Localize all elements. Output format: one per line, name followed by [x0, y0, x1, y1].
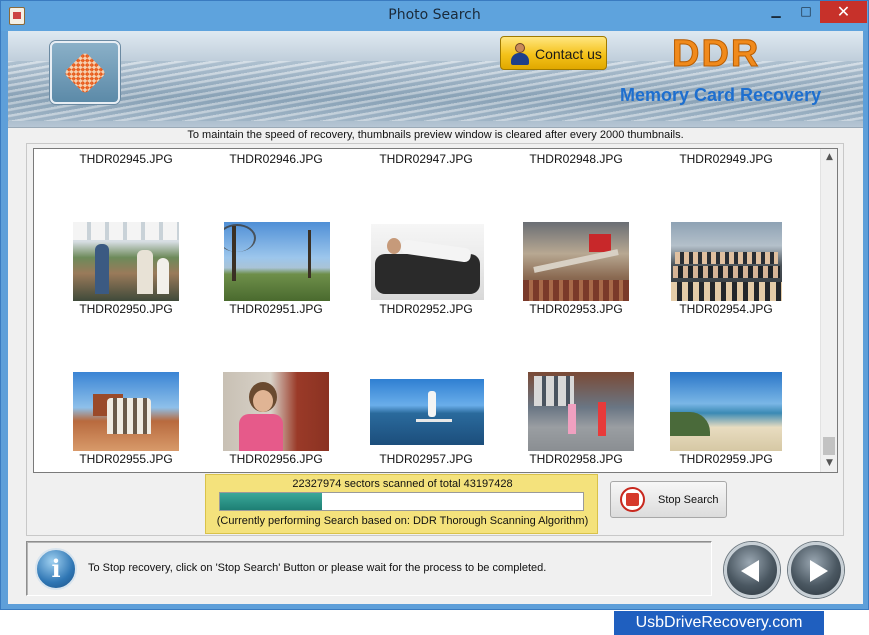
sectors-scanned-text: 22327974 sectors scanned of total 431974… [292, 478, 513, 490]
website-link[interactable]: UsbDriveRecovery.com [614, 611, 824, 635]
thumbnail-label[interactable]: THDR02955.JPG [56, 452, 196, 466]
status-bar: i To Stop recovery, click on 'Stop Searc… [26, 541, 712, 596]
stop-icon [620, 487, 645, 512]
scroll-down-arrow-icon[interactable]: ▼ [821, 455, 837, 472]
checker-logo-icon [63, 51, 107, 95]
thumbnail-label[interactable]: THDR02956.JPG [206, 452, 346, 466]
back-button[interactable] [724, 542, 780, 598]
product-name: Memory Card Recovery [620, 85, 822, 105]
next-button[interactable] [788, 542, 844, 598]
app-logo [50, 41, 120, 104]
thumbnail-label[interactable]: THDR02952.JPG [356, 302, 496, 316]
search-group: THDR02945.JPG THDR02946.JPG THDR02947.JP… [26, 143, 844, 536]
info-icon: i [35, 548, 77, 590]
thumbnail-girl-brick-wall[interactable] [223, 372, 329, 451]
thumbnail-kids-playing[interactable] [528, 372, 634, 451]
thumbnail-label[interactable]: THDR02946.JPG [206, 152, 346, 166]
stop-search-label: Stop Search [658, 494, 719, 506]
app-window: Photo Search ▁ □ ✕ Contact us DDR Memory… [0, 0, 869, 610]
thumbnail-building-atrium[interactable] [523, 222, 629, 301]
contact-us-button[interactable]: Contact us [500, 36, 607, 70]
brand-logo-text: DDR [671, 33, 761, 76]
arrow-left-icon [741, 560, 759, 582]
thumbnail-woman-on-sofa[interactable] [371, 224, 484, 300]
contact-us-label: Contact us [535, 46, 602, 62]
thumbnail-group-photo[interactable] [671, 222, 782, 301]
thumbnail-label[interactable]: THDR02945.JPG [56, 152, 196, 166]
thumbnail-notice: To maintain the speed of recovery, thumb… [187, 129, 684, 141]
stop-search-button[interactable]: Stop Search [610, 481, 727, 518]
vertical-scrollbar[interactable]: ▲ ▼ [820, 149, 837, 472]
thumbnail-lake-tree[interactable] [224, 222, 330, 301]
thumbnail-paddleboard-sea[interactable] [370, 379, 484, 445]
thumbnail-label[interactable]: THDR02957.JPG [356, 452, 496, 466]
maximize-button[interactable]: □ [791, 1, 821, 23]
algorithm-text: (Currently performing Search based on: D… [216, 515, 589, 527]
scan-progress-bar [219, 492, 584, 511]
thumbnail-label[interactable]: THDR02954.JPG [656, 302, 796, 316]
close-button[interactable]: ✕ [820, 1, 867, 23]
scan-progress-panel: 22327974 sectors scanned of total 431974… [205, 474, 598, 534]
person-icon [509, 42, 531, 66]
window-title: Photo Search [388, 7, 481, 23]
arrow-right-icon [810, 560, 828, 582]
thumbnail-label[interactable]: THDR02959.JPG [656, 452, 796, 466]
scrollbar-thumb[interactable] [823, 437, 835, 455]
thumbnail-label[interactable]: THDR02950.JPG [56, 302, 196, 316]
thumbnail-label[interactable]: THDR02953.JPG [506, 302, 646, 316]
minimize-button[interactable]: ▁ [761, 1, 791, 23]
thumbnail-label[interactable]: THDR02947.JPG [356, 152, 496, 166]
thumbnail-preview-pane[interactable]: THDR02945.JPG THDR02946.JPG THDR02947.JP… [33, 148, 838, 473]
scan-progress-fill [220, 493, 322, 510]
thumbnail-label[interactable]: THDR02949.JPG [656, 152, 796, 166]
scroll-up-arrow-icon[interactable]: ▲ [821, 149, 837, 166]
thumbnail-desert-group[interactable] [73, 372, 179, 451]
thumbnail-beach-shore[interactable] [670, 372, 782, 451]
thumbnail-label[interactable]: THDR02951.JPG [206, 302, 346, 316]
header-banner: Contact us DDR Memory Card Recovery [8, 31, 863, 128]
title-bar[interactable]: Photo Search ▁ □ ✕ [1, 1, 868, 31]
thumbnail-label[interactable]: THDR02948.JPG [506, 152, 646, 166]
status-message: To Stop recovery, click on 'Stop Search'… [88, 562, 547, 574]
client-area: Contact us DDR Memory Card Recovery To m… [8, 31, 863, 604]
thumbnail-market-crowd[interactable] [73, 222, 179, 301]
thumbnail-label[interactable]: THDR02958.JPG [506, 452, 646, 466]
